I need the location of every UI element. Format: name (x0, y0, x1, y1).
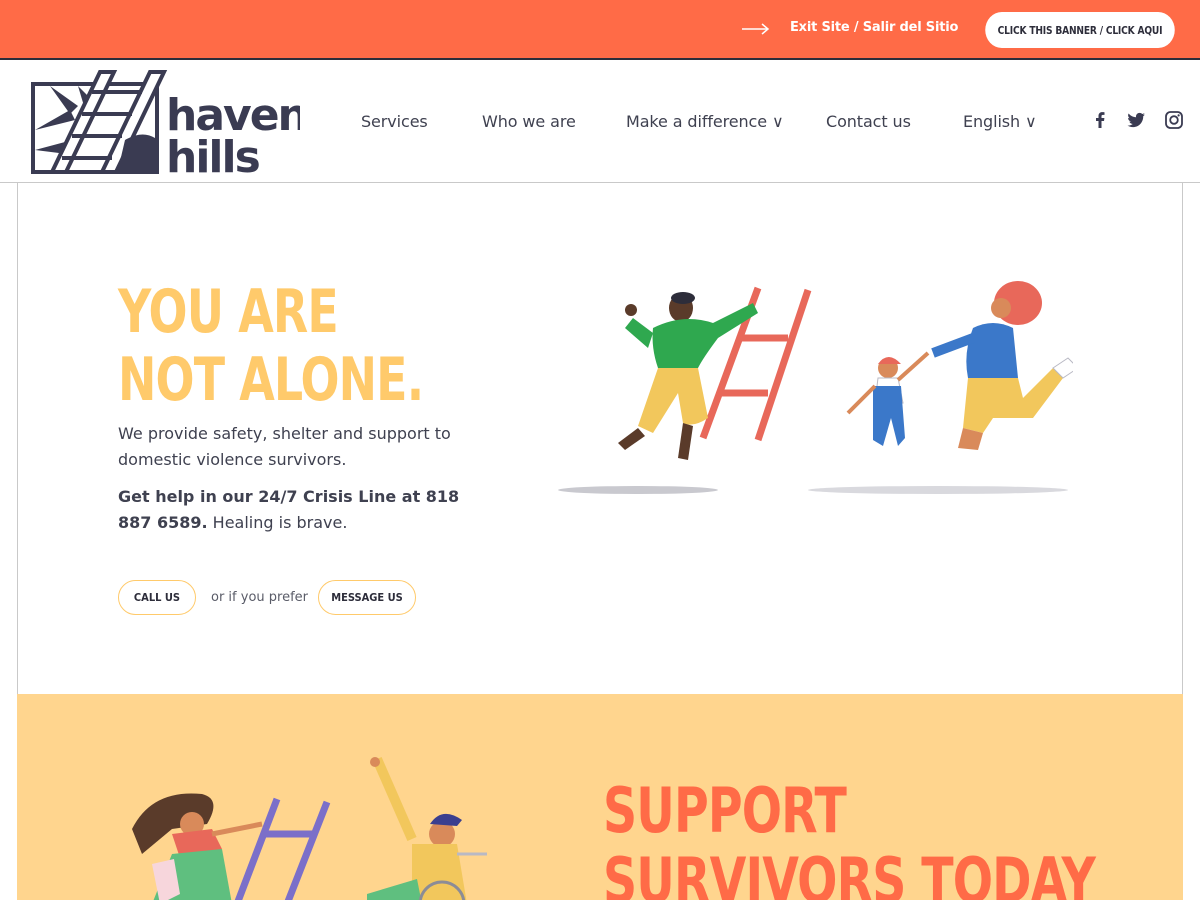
or-prefer-text: or if you prefer (211, 590, 308, 605)
twitter-icon[interactable] (1126, 110, 1146, 130)
hero-illustration (558, 281, 1073, 494)
call-us-button[interactable]: CALL US (118, 580, 196, 615)
click-banner-button[interactable]: CLICK THIS BANNER / CLICK AQUI (985, 12, 1175, 48)
crisis-line-rest: Healing is brave. (207, 513, 348, 532)
exit-site-text[interactable]: Exit Site / Salir del Sitio (790, 20, 958, 35)
hero-section: YOU ARE NOT ALONE. We provide safety, sh… (17, 183, 1183, 695)
support-illustration (132, 756, 487, 900)
support-title-line2: SURVIVORS TODAY (603, 844, 1096, 900)
hero-title-line2: NOT ALONE. (118, 345, 424, 415)
support-title: SUPPORT SURVIVORS TODAY (603, 774, 1096, 900)
haven-hills-logo[interactable]: haven hills (30, 70, 300, 174)
language-selector[interactable]: English ∨ (963, 112, 1037, 131)
nav-services[interactable]: Services (361, 112, 428, 131)
support-title-line1: SUPPORT (603, 774, 847, 847)
instagram-icon[interactable] (1164, 110, 1184, 130)
svg-text:hills: hills (166, 132, 260, 174)
arrow-right-icon (742, 23, 770, 35)
exit-site-banner[interactable]: Exit Site / Salir del Sitio CLICK THIS B… (0, 0, 1200, 60)
hero-description: We provide safety, shelter and support t… (118, 424, 451, 469)
facebook-icon[interactable] (1090, 110, 1110, 130)
nav-contact-us[interactable]: Contact us (826, 112, 911, 131)
support-section: SUPPORT SURVIVORS TODAY (17, 694, 1183, 900)
hero-title-line1: YOU ARE (118, 277, 339, 347)
site-header: haven hills Services Who we are Make a d… (0, 62, 1200, 183)
nav-who-we-are[interactable]: Who we are (482, 112, 576, 131)
message-us-button[interactable]: MESSAGE US (318, 580, 416, 615)
nav-make-a-difference[interactable]: Make a difference ∨ (626, 112, 784, 131)
hero-title: YOU ARE NOT ALONE. (118, 277, 424, 415)
crisis-line-text: Get help in our 24/7 Crisis Line at 818 … (118, 484, 478, 536)
